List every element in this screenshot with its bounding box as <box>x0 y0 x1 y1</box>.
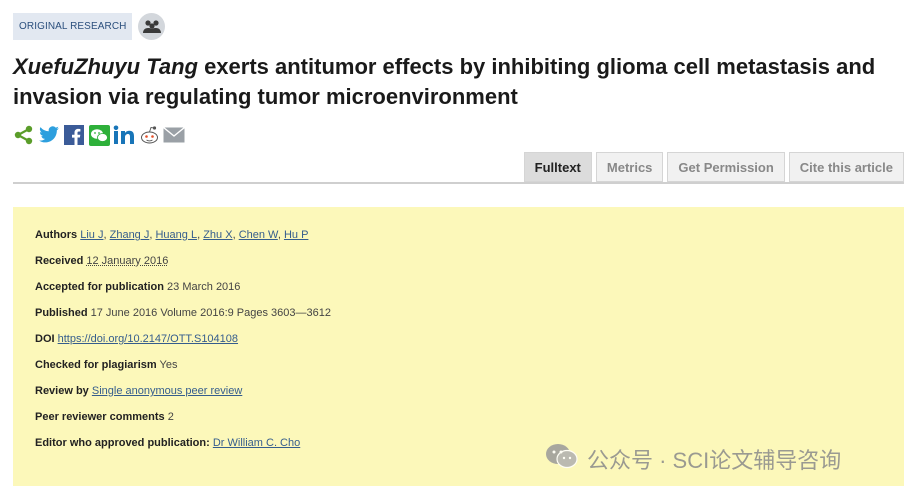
review-row: Review by Single anonymous peer review <box>35 385 904 411</box>
tab-cite-this-article[interactable]: Cite this article <box>788 152 904 182</box>
article-tabs: Fulltext Metrics Get Permission Cite thi… <box>523 152 904 182</box>
review-label: Review by <box>35 385 89 397</box>
comments-row: Peer reviewer comments 2 <box>35 411 904 437</box>
author-link[interactable]: Zhu X <box>203 229 232 241</box>
tab-fulltext[interactable]: Fulltext <box>523 152 592 182</box>
comments-value: 2 <box>167 411 174 423</box>
published-info: 17 June 2016 Volume 2016:9 Pages 3603—36… <box>90 307 331 319</box>
wechat-icon[interactable] <box>88 124 110 146</box>
accepted-label: Accepted for publication <box>35 281 164 293</box>
plagiarism-value: Yes <box>159 359 178 371</box>
review-type-link[interactable]: Single anonymous peer review <box>92 385 242 397</box>
received-row: Received 12 January 2016 <box>35 255 904 281</box>
published-label: Published <box>35 307 88 319</box>
title-italic: XuefuZhuyu Tang <box>13 54 198 79</box>
authors-label: Authors <box>35 229 78 241</box>
author-link[interactable]: Zhang J <box>110 229 150 241</box>
watermark: 公众号 · SCI论文辅导咨询 <box>545 442 841 476</box>
accepted-date: 23 March 2016 <box>167 281 241 293</box>
article-type-badge: ORIGINAL RESEARCH <box>13 13 133 40</box>
doi-link[interactable]: https://doi.org/10.2147/OTT.S104108 <box>58 333 238 345</box>
authors-row: Authors Liu J, Zhang J, Huang L, Zhu X, … <box>35 229 309 241</box>
author-link[interactable]: Huang L <box>155 229 197 241</box>
author-link[interactable]: Hu P <box>284 229 308 241</box>
people-icon[interactable] <box>138 13 166 40</box>
facebook-icon[interactable] <box>63 124 85 146</box>
share-bar <box>13 124 185 146</box>
accepted-row: Accepted for publication 23 March 2016 <box>35 281 904 307</box>
editor-label: Editor who approved publication: <box>35 437 210 449</box>
author-link[interactable]: Liu J <box>80 229 103 241</box>
received-date: 12 January 2016 <box>86 255 169 267</box>
wechat-watermark-icon <box>545 442 579 476</box>
doi-label: DOI <box>35 333 55 345</box>
editor-link[interactable]: Dr William C. Cho <box>213 437 300 449</box>
doi-row: DOI https://doi.org/10.2147/OTT.S104108 <box>35 333 904 359</box>
published-row: Published 17 June 2016 Volume 2016:9 Pag… <box>35 307 904 333</box>
article-title: XuefuZhuyu Tang exerts antitumor effects… <box>13 52 893 112</box>
twitter-icon[interactable] <box>38 124 60 146</box>
share-icon[interactable] <box>13 124 35 146</box>
article-type-row: ORIGINAL RESEARCH <box>13 13 166 40</box>
watermark-text: 公众号 · SCI论文辅导咨询 <box>587 448 842 473</box>
plagiarism-row: Checked for plagiarism Yes <box>35 359 904 385</box>
tabs-divider <box>13 182 904 184</box>
plagiarism-label: Checked for plagiarism <box>35 359 157 371</box>
author-link[interactable]: Chen W <box>239 229 278 241</box>
comments-label: Peer reviewer comments <box>35 411 165 423</box>
reddit-icon[interactable] <box>138 124 160 146</box>
linkedin-icon[interactable] <box>113 124 135 146</box>
tab-get-permission[interactable]: Get Permission <box>667 152 785 182</box>
email-icon[interactable] <box>163 124 185 146</box>
received-label: Received <box>35 255 84 267</box>
tab-metrics[interactable]: Metrics <box>595 152 664 182</box>
